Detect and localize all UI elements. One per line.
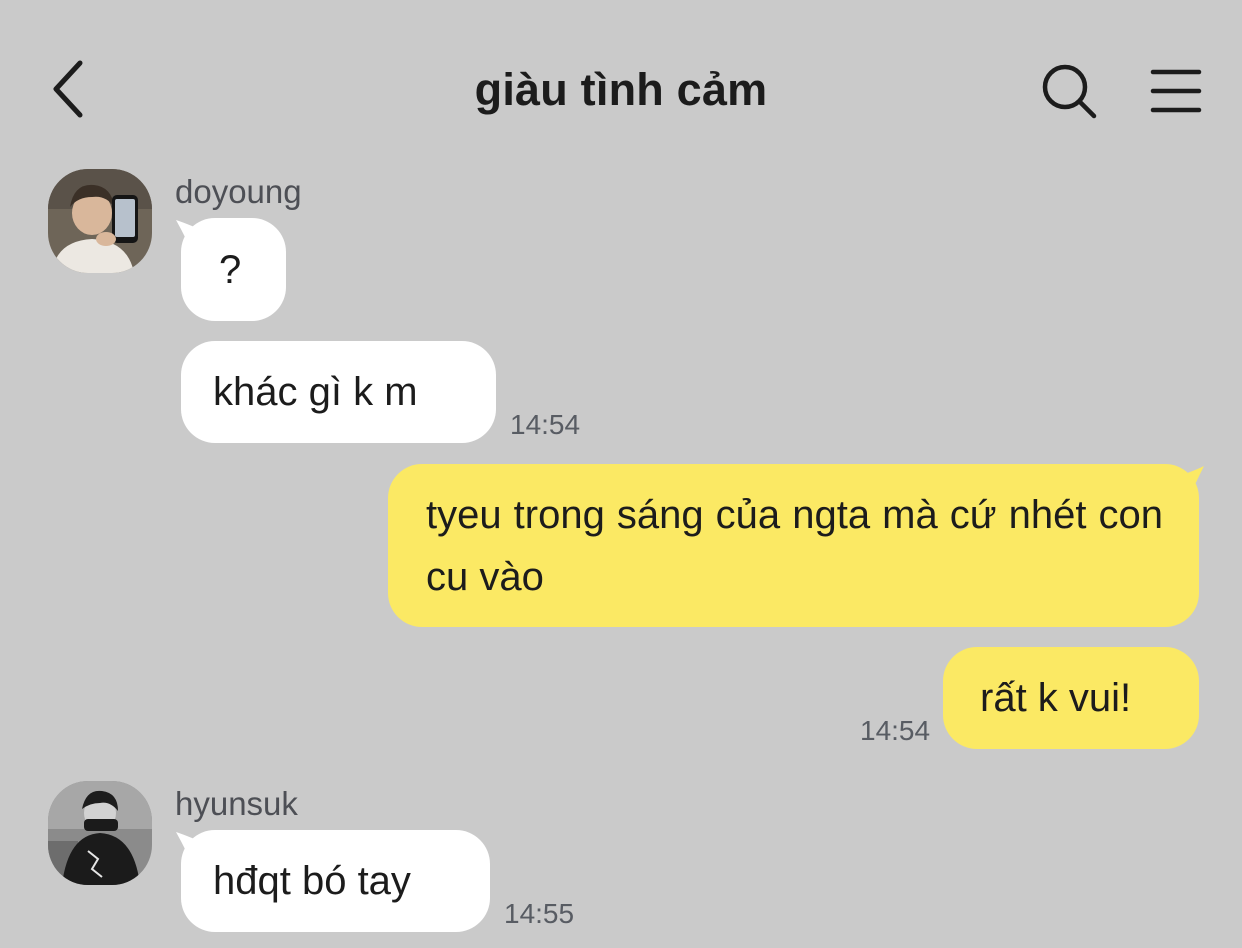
avatar-hyunsuk[interactable]	[48, 781, 152, 885]
avatar-doyoung[interactable]	[48, 169, 152, 273]
message-bubble[interactable]: khác gì k m	[181, 341, 496, 443]
message-bubble[interactable]: rất k vui!	[943, 647, 1199, 749]
message-timestamp: 14:54	[860, 715, 931, 746]
sender-name-doyoung: doyoung	[175, 173, 302, 210]
message-bubble[interactable]: hđqt bó tay	[181, 830, 490, 932]
message-bubble[interactable]: ?	[181, 218, 286, 321]
message-timestamp: 14:55	[504, 898, 575, 929]
sender-name-hyunsuk: hyunsuk	[175, 785, 298, 822]
message-bubble[interactable]: tyeu trong sáng của ngta mà cứ nhét con …	[388, 464, 1199, 627]
message-timestamp: 14:54	[510, 409, 581, 440]
hamburger-menu-icon	[1150, 69, 1202, 113]
bubble-tail	[1172, 466, 1204, 504]
search-icon	[1042, 64, 1097, 119]
menu-button[interactable]	[1146, 62, 1206, 118]
search-button[interactable]	[1036, 58, 1102, 124]
